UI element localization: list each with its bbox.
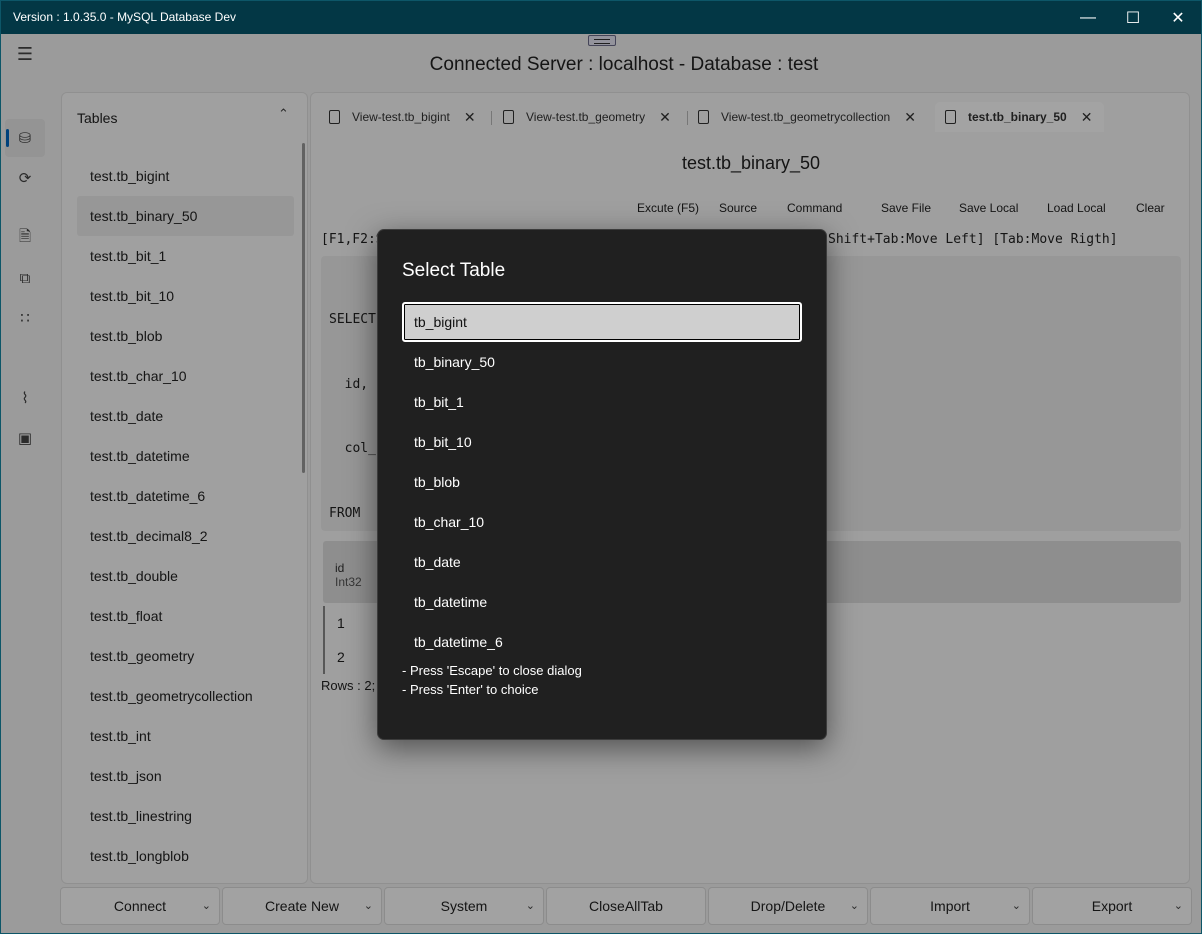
- minimize-icon[interactable]: —: [1065, 1, 1111, 34]
- dialog-list-item[interactable]: tb_date: [402, 542, 802, 582]
- close-icon[interactable]: ✕: [1155, 1, 1201, 34]
- instruction-enter: - Press 'Enter' to choice: [402, 682, 539, 697]
- dialog-list-item[interactable]: tb_bigint: [402, 302, 802, 342]
- dialog-instructions: - Press 'Escape' to close dialog - Press…: [402, 661, 582, 699]
- dialog-list-item[interactable]: tb_char_10: [402, 502, 802, 542]
- window-title: Version : 1.0.35.0 - MySQL Database Dev: [13, 10, 237, 24]
- select-table-dialog: Select Table tb_bigint tb_binary_50 tb_bit…: [377, 229, 827, 740]
- dialog-list-item[interactable]: tb_datetime: [402, 582, 802, 622]
- dialog-list-item[interactable]: tb_datetime_6: [402, 622, 802, 662]
- dialog-list-item[interactable]: tb_bit_10: [402, 422, 802, 462]
- title-bar: Version : 1.0.35.0 - MySQL Database Dev …: [1, 1, 1201, 34]
- dialog-table-list: tb_bigint tb_binary_50 tb_bit_1 tb_bit_10 tb…: [402, 302, 802, 662]
- app-window: Version : 1.0.35.0 - MySQL Database Dev …: [0, 0, 1202, 934]
- instruction-escape: - Press 'Escape' to close dialog: [402, 663, 582, 678]
- dialog-list-item[interactable]: tb_bit_1: [402, 382, 802, 422]
- dialog-title: Select Table: [402, 260, 506, 281]
- dialog-list-item[interactable]: tb_blob: [402, 462, 802, 502]
- maximize-icon[interactable]: ☐: [1110, 1, 1156, 34]
- dialog-list-item[interactable]: tb_binary_50: [402, 342, 802, 382]
